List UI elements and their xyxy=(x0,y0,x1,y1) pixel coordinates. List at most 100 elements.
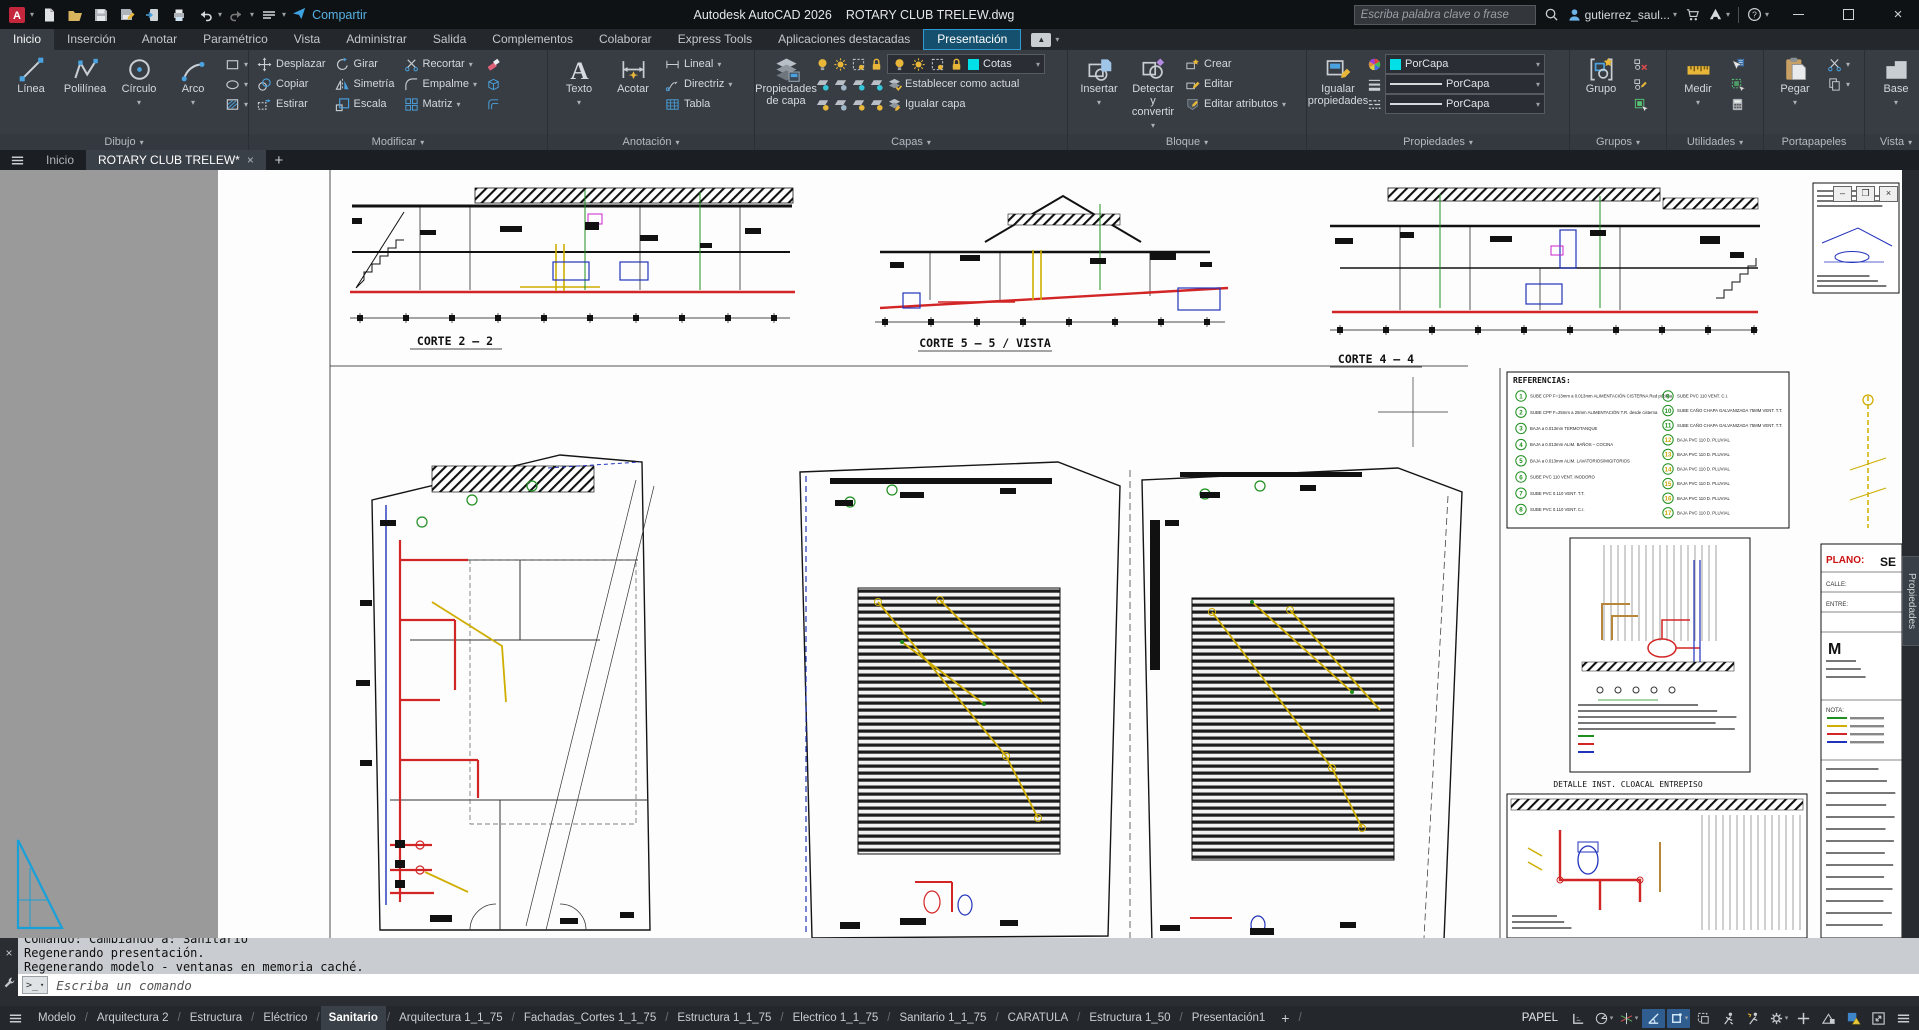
ribbon-button-base[interactable]: Base▾ xyxy=(1870,54,1919,134)
ribbon-button-acotar[interactable]: Acotar xyxy=(607,54,659,134)
layout-tab-presentación1[interactable]: Presentación1 xyxy=(1184,1006,1274,1030)
select-similar-icon[interactable] xyxy=(1727,74,1748,94)
annotation-visibility-icon[interactable] xyxy=(1717,1009,1740,1028)
ribbon-button-círculo[interactable]: Círculo▾ xyxy=(113,54,165,134)
layout-tab-arquitectura-2[interactable]: Arquitectura 2 xyxy=(89,1006,177,1030)
ellipse-icon[interactable]: ▾ xyxy=(222,74,251,94)
paper-space-toggle[interactable]: PAPEL xyxy=(1515,1009,1565,1027)
undo-icon-dropdown[interactable]: ▾ xyxy=(218,10,222,19)
panel-label-utilidades[interactable]: Utilidades▾ xyxy=(1667,134,1763,150)
hatch-icon[interactable]: ▾ xyxy=(222,94,251,114)
ribbon-button-pegar[interactable]: Pegar▾ xyxy=(1769,54,1821,134)
share-button[interactable]: Compartir xyxy=(292,6,367,24)
ribbon-button-línea[interactable]: Línea xyxy=(5,54,57,134)
layout-tab-modelo[interactable]: Modelo xyxy=(30,1006,84,1030)
layout-tab-caratula[interactable]: CARATULA xyxy=(1000,1006,1077,1030)
ribbon-collapse-options-icon[interactable]: ▾ xyxy=(1055,35,1059,44)
ribbon-button-editar-atributos[interactable]: Editar atributos▾ xyxy=(1182,94,1289,114)
ribbon-button-recortar[interactable]: Recortar▾ xyxy=(401,54,480,74)
layout-tab-eléctrico[interactable]: Eléctrico xyxy=(255,1006,315,1030)
ribbon-tab-administrar[interactable]: Administrar xyxy=(333,29,420,50)
properties-palette-tab[interactable]: Propiedades xyxy=(1902,556,1919,646)
undo-icon[interactable] xyxy=(194,4,216,26)
layout-tab-estructura-1-1-75[interactable]: Estructura 1_1_75 xyxy=(669,1006,779,1030)
minimize-button[interactable] xyxy=(1777,0,1819,29)
redo-icon-dropdown[interactable]: ▾ xyxy=(250,10,254,19)
panel-label-portapapeles[interactable]: Portapapeles xyxy=(1764,134,1864,150)
ribbon-button-propiedades-de-capa[interactable]: Propiedades de capa xyxy=(760,54,812,134)
panel-label-propiedades[interactable]: Propiedades▾ xyxy=(1307,134,1569,150)
ribbon-button-editar[interactable]: Editar xyxy=(1182,74,1289,94)
signed-in-user[interactable]: gutierrez_saul...▾ xyxy=(1567,7,1677,22)
ribbon-button-texto[interactable]: ATexto▾ xyxy=(553,54,605,134)
new-file-icon[interactable] xyxy=(38,4,60,26)
ribbon-button-estirar[interactable]: Estirar xyxy=(254,94,329,114)
ribbon-button-escala[interactable]: Escala xyxy=(332,94,398,114)
selection-cycling-icon[interactable] xyxy=(1692,1009,1715,1028)
explode-icon[interactable] xyxy=(483,74,504,94)
layout-tab-sanitario-1-1-75[interactable]: Sanitario 1_1_75 xyxy=(891,1006,994,1030)
group-edit-icon[interactable] xyxy=(1630,74,1651,94)
ribbon-tab-complementos[interactable]: Complementos xyxy=(479,29,586,50)
ribbon-button-detectar-y-convertir[interactable]: Detectar y convertir▾ xyxy=(1127,54,1179,134)
ribbon-tab-inserci-n[interactable]: Inserción xyxy=(54,29,129,50)
offset-icon[interactable] xyxy=(483,94,504,114)
annotation-scale-settings-icon[interactable]: ▾ xyxy=(1767,1009,1790,1028)
app-store-cart-icon[interactable] xyxy=(1685,7,1700,22)
rectangle-icon[interactable]: ▾ xyxy=(222,54,251,74)
file-tab-inicio[interactable]: Inicio xyxy=(34,150,86,170)
layer-set-current[interactable]: Establecer como actual xyxy=(815,74,1045,94)
viewport-close-icon[interactable]: × xyxy=(1879,186,1898,202)
command-prompt-icon[interactable]: >_▾ xyxy=(22,976,48,994)
erase-icon[interactable] xyxy=(483,54,504,74)
isometric-drafting-icon[interactable]: ▾ xyxy=(1617,1009,1640,1028)
command-tools-icon[interactable] xyxy=(3,976,16,992)
redo-icon[interactable] xyxy=(226,4,248,26)
object-snap-icon[interactable]: ▾ xyxy=(1667,1009,1690,1028)
ribbon-button-grupo[interactable]: Grupo xyxy=(1575,54,1627,134)
drawing-canvas[interactable]: CORTE 2 – 2 CORTE 5 – 5 / VISTA CORTE 4 … xyxy=(0,170,1902,938)
ribbon-tab-salida[interactable]: Salida xyxy=(420,29,479,50)
ribbon-collapse-icon[interactable]: ▲ xyxy=(1031,33,1051,47)
ribbon-button-medir[interactable]: Medir▾ xyxy=(1672,54,1724,134)
ribbon-button-crear[interactable]: Crear xyxy=(1182,54,1289,74)
ribbon-tab-colaborar[interactable]: Colaborar xyxy=(586,29,665,50)
ungroup-icon[interactable] xyxy=(1630,54,1651,74)
clean-screen-icon[interactable] xyxy=(1867,1009,1890,1028)
close-button[interactable]: × xyxy=(1877,0,1919,29)
graphics-performance-icon[interactable] xyxy=(1842,1009,1865,1028)
cut-icon[interactable]: ▾ xyxy=(1824,54,1853,74)
ribbon-button-directriz[interactable]: Directriz▾ xyxy=(662,74,735,94)
new-drawing-tab-button[interactable]: + xyxy=(266,150,292,170)
help-icon[interactable]: ?▾ xyxy=(1747,7,1769,22)
ribbon-tab-express-tools[interactable]: Express Tools xyxy=(665,29,765,50)
ribbon-tab-aplicaciones-destacadas[interactable]: Aplicaciones destacadas xyxy=(765,29,923,50)
ribbon-button-simetría[interactable]: Simetría xyxy=(332,74,398,94)
panel-label-dibujo[interactable]: Dibujo▾ xyxy=(0,134,248,150)
linetype-combo[interactable]: PorCapa▾ xyxy=(1367,94,1545,114)
panel-label-bloque[interactable]: Bloque▾ xyxy=(1068,134,1306,150)
autodesk-logo-icon[interactable]: ▾ xyxy=(1708,7,1730,22)
command-input[interactable] xyxy=(54,977,1915,994)
acad-logo-icon[interactable]: A xyxy=(6,4,28,26)
layout-tab-fachadas-cortes-1-1-75[interactable]: Fachadas_Cortes 1_1_75 xyxy=(516,1006,664,1030)
restore-button[interactable] xyxy=(1827,0,1869,29)
lineweight-combo[interactable]: PorCapa▾ xyxy=(1367,74,1545,94)
ribbon-tab-param-trico[interactable]: Paramétrico xyxy=(190,29,281,50)
viewport-restore-icon[interactable]: ❒ xyxy=(1856,186,1875,202)
copy-clip-icon[interactable]: ▾ xyxy=(1824,74,1853,94)
panel-label-modificar[interactable]: Modificar▾ xyxy=(249,134,547,150)
command-close-icon[interactable]: × xyxy=(5,946,12,960)
ribbon-tab-vista[interactable]: Vista xyxy=(281,29,333,50)
grid-display-icon[interactable] xyxy=(1567,1009,1590,1028)
layout-tab-sanitario[interactable]: Sanitario xyxy=(321,1006,386,1030)
ribbon-button-igualar-propiedades[interactable]: Igualar propiedades xyxy=(1312,54,1364,134)
layout-tab-estructura[interactable]: Estructura xyxy=(182,1006,250,1030)
viewport-minimize-icon[interactable]: – xyxy=(1833,186,1852,202)
save-icon[interactable] xyxy=(90,4,112,26)
quick-calc-icon[interactable] xyxy=(1727,94,1748,114)
ribbon-button-matriz[interactable]: Matriz▾ xyxy=(401,94,480,114)
search-icon[interactable] xyxy=(1544,7,1559,22)
save-as-icon[interactable] xyxy=(116,4,138,26)
acad-logo-icon-dropdown[interactable]: ▾ xyxy=(30,10,34,19)
